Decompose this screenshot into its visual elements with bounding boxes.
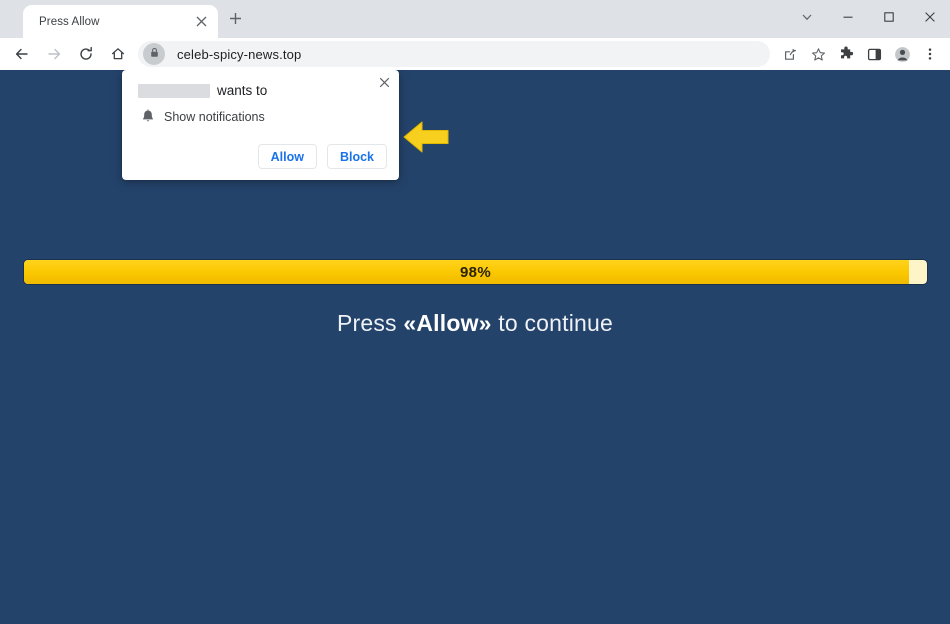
share-icon [783, 47, 798, 62]
page-headline: Press «Allow» to continue [0, 310, 950, 337]
close-icon [379, 75, 390, 93]
reload-icon [78, 46, 94, 62]
new-tab-button[interactable] [223, 9, 247, 33]
browser-window: Press Allow celeb-spicy-news.top 98% Pre… [0, 0, 950, 624]
close-icon [924, 11, 936, 23]
star-icon [811, 47, 826, 62]
dialog-close-button[interactable] [375, 75, 393, 93]
url-text: celeb-spicy-news.top [177, 46, 302, 62]
side-panel-button[interactable] [861, 41, 887, 67]
maximize-button[interactable] [868, 0, 909, 34]
profile-avatar-icon [894, 46, 911, 63]
minimize-button[interactable] [827, 0, 868, 34]
address-bar[interactable]: celeb-spicy-news.top [138, 41, 770, 67]
progress-bar: 98% [23, 259, 928, 285]
bell-icon [138, 109, 158, 124]
tab-strip: Press Allow [0, 0, 950, 38]
close-button[interactable] [909, 0, 950, 34]
plus-icon [229, 12, 242, 30]
headline-suffix: to continue [491, 310, 614, 336]
maximize-icon [883, 11, 895, 23]
progress-percent-label: 98% [460, 263, 491, 281]
close-icon[interactable] [192, 13, 210, 31]
chevron-down-icon [801, 11, 813, 23]
back-button[interactable] [8, 40, 36, 68]
three-dot-menu-icon [923, 47, 937, 61]
home-icon [110, 46, 126, 62]
dialog-heading-suffix: wants to [217, 83, 268, 98]
arrow-left-pointer-icon [402, 118, 450, 156]
puzzle-piece-icon [838, 46, 854, 62]
permission-request-row: Show notifications [138, 109, 265, 124]
browser-tab[interactable]: Press Allow [23, 5, 218, 38]
share-button[interactable] [777, 41, 803, 67]
browser-menu-button[interactable] [917, 41, 943, 67]
extensions-button[interactable] [833, 41, 859, 67]
site-info-button[interactable] [143, 43, 165, 65]
side-panel-icon [867, 47, 882, 62]
tab-title: Press Allow [39, 15, 100, 28]
forward-button [40, 40, 68, 68]
allow-button[interactable]: Allow [257, 144, 317, 169]
reload-button[interactable] [72, 40, 100, 68]
dialog-heading: wants to [138, 83, 365, 98]
arrow-right-icon [46, 46, 62, 62]
page-viewport: 98% Press «Allow» to continue wants to S… [0, 70, 950, 624]
browser-toolbar: celeb-spicy-news.top [0, 38, 950, 70]
bookmark-button[interactable] [805, 41, 831, 67]
home-button[interactable] [104, 40, 132, 68]
redacted-origin [138, 83, 210, 98]
headline-prefix: Press [336, 310, 404, 336]
profile-button[interactable] [889, 41, 915, 67]
arrow-left-icon [14, 46, 30, 62]
block-button[interactable]: Block [326, 144, 387, 169]
dialog-actions: Allow Block [257, 144, 387, 169]
permission-request-label: Show notifications [164, 109, 265, 124]
minimize-icon [842, 11, 854, 23]
window-controls [786, 0, 950, 34]
tab-search-button[interactable] [786, 0, 827, 34]
notification-permission-dialog: wants to Show notifications Allow Block [122, 70, 399, 180]
headline-emphasis: «Allow» [403, 310, 492, 336]
lock-icon [149, 45, 160, 63]
